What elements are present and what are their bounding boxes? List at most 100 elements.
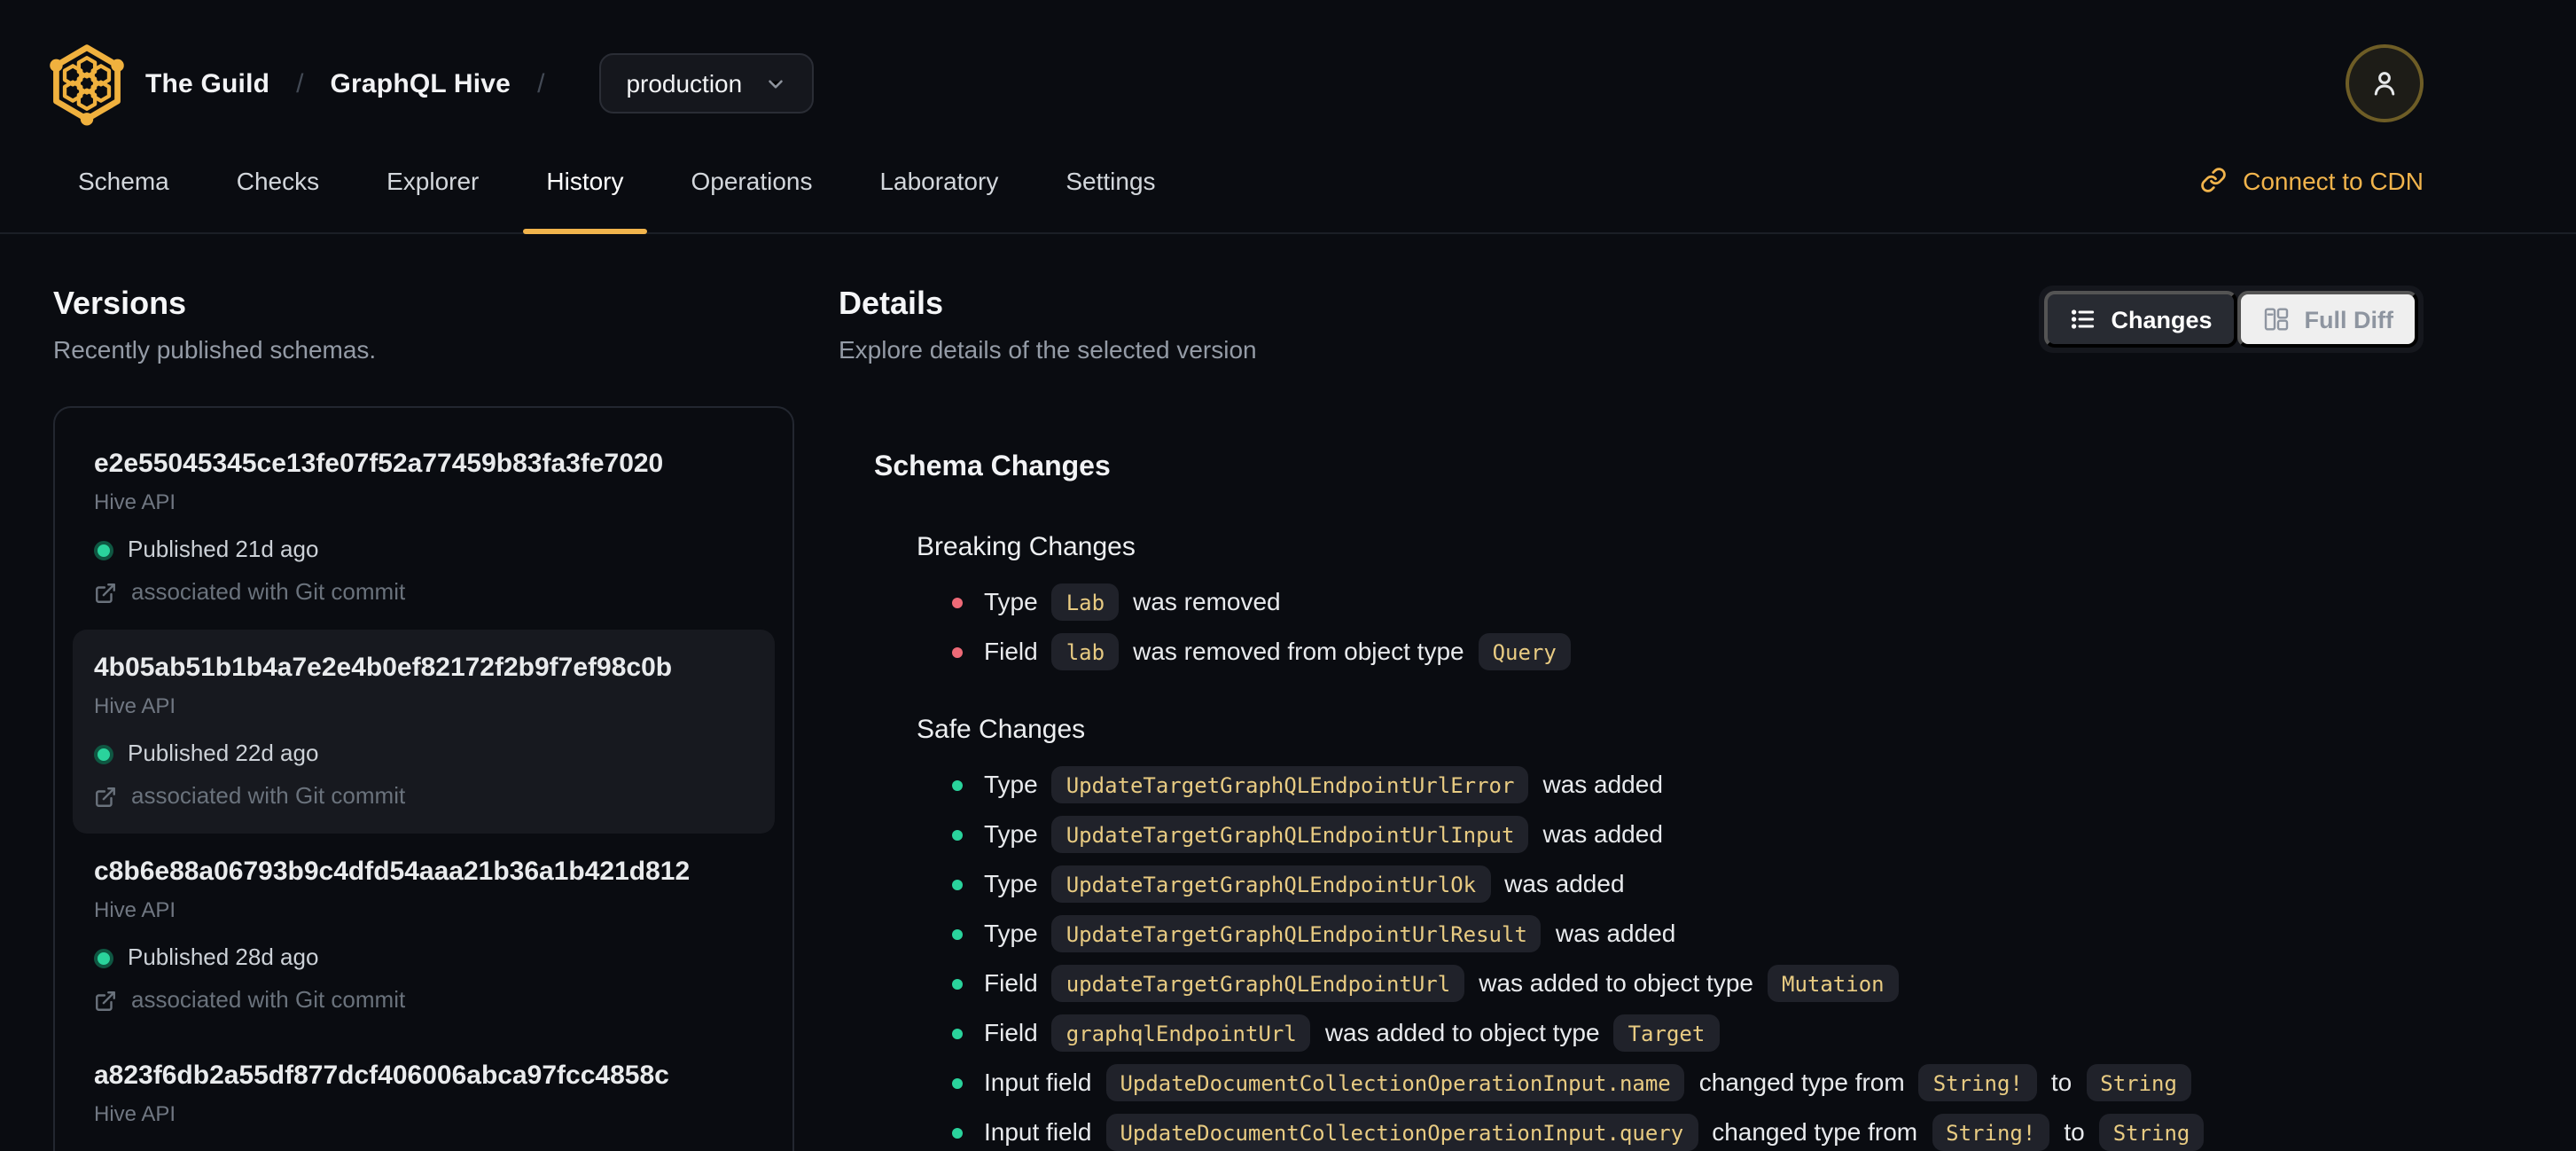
details-subtitle: Explore details of the selected version: [839, 335, 1257, 364]
change-content: Input field UpdateDocumentCollectionOpera…: [984, 1114, 2205, 1151]
tab-explorer[interactable]: Explorer: [386, 128, 479, 232]
bullet-dot: [952, 597, 963, 607]
change-group: Safe Changes Type UpdateTargetGraphQLEndp…: [917, 713, 2424, 1151]
details-header: Details Explore details of the selected …: [839, 282, 2424, 367]
change-text: was added: [1542, 819, 1663, 848]
change-text: Input field: [984, 1117, 1092, 1146]
version-git-link[interactable]: associated with Git commit: [94, 984, 753, 1016]
change-content: Field updateTargetGraphQLEndpointUrl was a…: [984, 965, 1899, 1002]
app-window: The Guild / GraphQL Hive / production Sc…: [0, 0, 2576, 1151]
tab-schema[interactable]: Schema: [78, 128, 169, 232]
change-text: was added to object type: [1324, 1018, 1600, 1046]
tab-history[interactable]: History: [523, 128, 646, 234]
change-text: Type: [984, 869, 1038, 897]
tab-label: Checks: [236, 166, 320, 194]
tabs-row: Schema Checks Explorer History Operations Lab…: [0, 128, 2576, 234]
published-status-dot: [94, 540, 113, 560]
change-text: Type: [984, 819, 1038, 848]
breadcrumb-org[interactable]: The Guild: [145, 68, 269, 98]
code-chip: Query: [1478, 633, 1571, 670]
change-item: Type Lab was removed: [952, 583, 2424, 621]
change-item: Field lab was removed from object type Quer…: [952, 633, 2424, 670]
code-chip: UpdateTargetGraphQLEndpointUrlResult: [1051, 915, 1542, 952]
tab-label: Explorer: [386, 166, 480, 194]
schema-changes-groups: Breaking Changes Type Lab was removed Fiel…: [874, 530, 2424, 1151]
toggle-changes-button[interactable]: Changes: [2043, 291, 2237, 348]
version-git-link[interactable]: associated with Git commit: [94, 780, 753, 812]
change-content: Field lab was removed from object type Quer…: [984, 633, 1571, 670]
version-status: Published 28d ago: [94, 942, 753, 974]
change-list: Type UpdateTargetGraphQLEndpointUrlError w…: [917, 766, 2424, 1151]
version-list: e2e55045345ce13fe07f52a77459b83fa3fe7020…: [53, 406, 794, 1151]
target-selector-label: production: [626, 69, 743, 98]
version-service: Hive API: [94, 897, 176, 922]
change-list: Type Lab was removed Field lab was removed f…: [917, 583, 2424, 670]
change-content: Type UpdateTargetGraphQLEndpointUrlResult…: [984, 915, 1675, 952]
toggle-changes-label: Changes: [2111, 306, 2213, 333]
view-toggle: Changes Full Diff: [2038, 286, 2424, 353]
versions-subtitle: Recently published schemas.: [53, 335, 377, 364]
published-status-dot: [94, 744, 113, 763]
version-item[interactable]: e2e55045345ce13fe07f52a77459b83fa3fe7020…: [73, 426, 775, 630]
schema-changes-title: Schema Changes: [874, 452, 1111, 482]
tab-label: Settings: [1066, 166, 1156, 194]
main-content: Versions Recently published schemas. e2e…: [0, 234, 2576, 1151]
toggle-full-diff-button[interactable]: Full Diff: [2236, 291, 2418, 348]
change-content: Input field UpdateDocumentCollectionOpera…: [984, 1064, 2191, 1101]
change-item: Field updateTargetGraphQLEndpointUrl was a…: [952, 965, 2424, 1002]
breadcrumb-separator: /: [537, 68, 545, 98]
tab-laboratory[interactable]: Laboratory: [879, 128, 998, 232]
schema-changes-section: Schema Changes Breaking Changes Type Lab w…: [874, 449, 2424, 1151]
breadcrumb-project[interactable]: GraphQL Hive: [331, 68, 511, 98]
change-text: Input field: [984, 1068, 1092, 1096]
version-git-text: associated with Git commit: [131, 782, 406, 809]
change-item: Input field UpdateDocumentCollectionOpera…: [952, 1064, 2424, 1101]
version-hash: 4b05ab51b1b4a7e2e4b0ef82172f2b9f7ef98c0b: [94, 653, 673, 683]
change-group-title: Breaking Changes: [917, 532, 1136, 562]
change-text: was added: [1542, 770, 1663, 798]
details-panel: Details Explore details of the selected …: [839, 282, 2424, 1151]
version-service: Hive API: [94, 693, 176, 718]
version-item[interactable]: c8b6e88a06793b9c4dfd54aaa21b36a1b421d812…: [73, 834, 775, 1037]
chevron-down-icon: [768, 79, 783, 88]
bullet-dot: [952, 1077, 963, 1088]
cdn-link-label: Connect to CDN: [2243, 166, 2424, 194]
change-item: Type UpdateTargetGraphQLEndpointUrlError w…: [952, 766, 2424, 803]
details-title: Details: [839, 286, 944, 321]
change-text: to: [2064, 1117, 2085, 1146]
version-status: Published 40d ago: [94, 1146, 753, 1151]
change-text: was added: [1555, 919, 1676, 947]
tab-settings[interactable]: Settings: [1066, 128, 1155, 232]
version-service: Hive API: [94, 489, 176, 514]
change-item: Input field UpdateDocumentCollectionOpera…: [952, 1114, 2424, 1151]
change-text: was removed: [1133, 587, 1281, 615]
change-text: Type: [984, 919, 1038, 947]
tab-checks[interactable]: Checks: [237, 128, 319, 232]
code-chip: updateTargetGraphQLEndpointUrl: [1051, 965, 1465, 1002]
target-selector[interactable]: production: [599, 53, 814, 114]
user-avatar[interactable]: [2346, 44, 2424, 122]
top-bar: The Guild / GraphQL Hive / production: [0, 39, 2576, 128]
version-git-link[interactable]: associated with Git commit: [94, 576, 753, 608]
hive-logo-icon[interactable]: [44, 41, 129, 126]
bullet-dot: [952, 779, 963, 790]
version-status-text: Published 40d ago: [128, 1146, 318, 1151]
code-chip: UpdateTargetGraphQLEndpointUrlOk: [1051, 865, 1491, 903]
tab-operations[interactable]: Operations: [691, 128, 813, 232]
code-chip: graphqlEndpointUrl: [1051, 1014, 1311, 1052]
code-chip: Target: [1613, 1014, 1720, 1052]
change-text: Field: [984, 1018, 1038, 1046]
bullet-dot: [952, 928, 963, 939]
code-chip: String: [2098, 1114, 2205, 1151]
bullet-dot: [952, 1028, 963, 1038]
bullet-dot: [952, 978, 963, 989]
version-item[interactable]: 4b05ab51b1b4a7e2e4b0ef82172f2b9f7ef98c0b…: [73, 630, 775, 834]
code-chip: String!: [1932, 1114, 2050, 1151]
version-item[interactable]: a823f6db2a55df877dcf406006abca97fcc4858c…: [73, 1037, 775, 1151]
code-chip: Mutation: [1768, 965, 1899, 1002]
change-item: Type UpdateTargetGraphQLEndpointUrlOk was …: [952, 865, 2424, 903]
version-hash: c8b6e88a06793b9c4dfd54aaa21b36a1b421d812: [94, 857, 691, 887]
connect-to-cdn-link[interactable]: Connect to CDN: [2200, 128, 2424, 232]
change-item: Type UpdateTargetGraphQLEndpointUrlInput w…: [952, 816, 2424, 853]
change-content: Field graphqlEndpointUrl was added to obje…: [984, 1014, 1720, 1052]
